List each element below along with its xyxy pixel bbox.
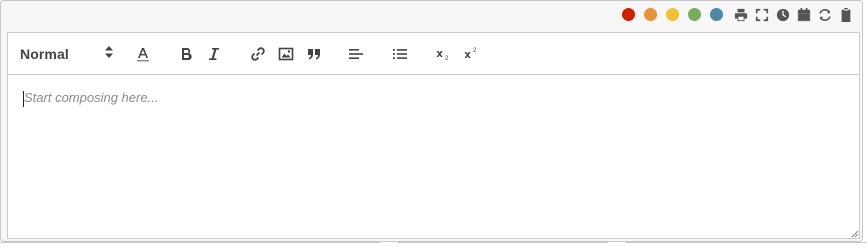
editor-toolbar: Normal 2 2: [8, 33, 859, 75]
subscript-icon: 2: [436, 51, 449, 62]
italic-button[interactable]: [204, 44, 224, 64]
top-controls-bar: [1, 1, 862, 28]
yellow-color-dot[interactable]: [666, 8, 679, 21]
red-color-dot[interactable]: [622, 8, 635, 21]
link-button[interactable]: [248, 44, 268, 64]
teal-color-dot[interactable]: [710, 8, 723, 21]
green-color-dot[interactable]: [688, 8, 701, 21]
svg-text:2: 2: [445, 56, 449, 62]
editor-content-area[interactable]: Start composing here...: [8, 75, 859, 238]
bottom-segment: [626, 242, 867, 247]
fullscreen-icon[interactable]: [753, 6, 770, 23]
bullet-list-icon: [393, 49, 407, 59]
bold-button[interactable]: [176, 44, 196, 64]
bullet-list-button[interactable]: [390, 44, 410, 64]
text-color-button[interactable]: [133, 44, 153, 64]
format-select-value: Normal: [20, 46, 69, 62]
bold-icon: [182, 47, 192, 61]
format-select[interactable]: Normal: [20, 43, 114, 65]
bottom-segment: [398, 242, 608, 247]
refresh-icon[interactable]: [816, 6, 833, 23]
print-icon[interactable]: [732, 6, 749, 23]
blockquote-button[interactable]: [304, 44, 324, 64]
clock-icon[interactable]: [774, 6, 791, 23]
image-icon: [278, 47, 294, 61]
clipboard-icon[interactable]: [837, 6, 854, 23]
subscript-button[interactable]: 2: [433, 44, 453, 64]
rich-text-editor: Normal 2 2 Start composing here...: [7, 32, 860, 239]
align-left-icon: [349, 49, 363, 59]
calendar-icon[interactable]: [795, 6, 812, 23]
bottom-segment: [0, 242, 380, 247]
link-icon: [251, 47, 265, 61]
blockquote-icon: [308, 49, 320, 60]
image-button[interactable]: [276, 44, 296, 64]
italic-icon: [209, 48, 219, 60]
text-color-icon: [137, 48, 149, 62]
orange-color-dot[interactable]: [644, 8, 657, 21]
superscript-button[interactable]: 2: [461, 44, 481, 64]
select-arrows-icon: [104, 45, 114, 63]
svg-text:2: 2: [473, 48, 477, 54]
superscript-icon: 2: [464, 48, 477, 58]
align-left-button[interactable]: [346, 44, 366, 64]
editor-window: Normal 2 2 Start composing here...: [0, 0, 863, 242]
resize-handle-icon[interactable]: [849, 228, 859, 238]
editor-placeholder: Start composing here...: [24, 90, 159, 105]
bottom-edge: [0, 242, 867, 247]
